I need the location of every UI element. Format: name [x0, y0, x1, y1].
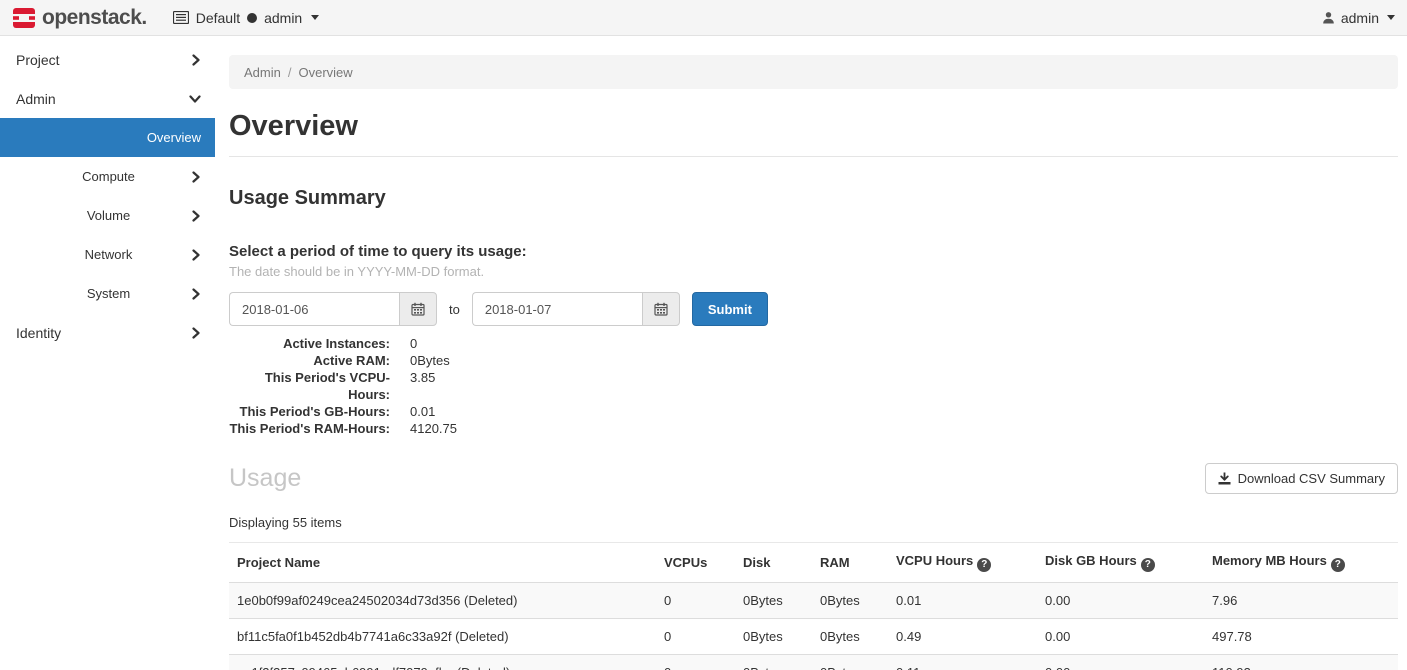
stat-gb-hours: This Period's GB-Hours: 0.01	[229, 403, 1398, 420]
breadcrumb: Admin / Overview	[229, 55, 1398, 89]
sidebar-item-project[interactable]: Project	[0, 40, 215, 79]
main-content: Admin / Overview Overview Usage Summary …	[215, 36, 1407, 670]
table-header-row: Project Name VCPUs Disk RAM VCPU Hours? …	[229, 543, 1398, 583]
help-icon[interactable]: ?	[977, 558, 991, 572]
chevron-right-icon	[191, 210, 201, 222]
download-icon	[1218, 472, 1231, 485]
user-menu[interactable]: admin	[1322, 10, 1395, 26]
items-count: Displaying 55 items	[229, 515, 1398, 530]
sidebar-item-network[interactable]: Network	[0, 235, 215, 274]
sidebar-nav: Project Admin Overview Compute Volume	[0, 36, 215, 670]
help-icon[interactable]: ?	[1141, 558, 1155, 572]
to-label: to	[447, 302, 462, 317]
context-project-label: admin	[264, 10, 302, 26]
caret-down-icon	[1387, 15, 1395, 20]
chevron-right-icon	[191, 249, 201, 261]
breadcrumb-admin[interactable]: Admin	[244, 65, 281, 80]
cell-project-name: ea1f2f357c09465eb6991edf7079efbe (Delete…	[229, 654, 656, 670]
context-domain-label: Default	[196, 10, 240, 26]
column-vcpu-hours: VCPU Hours?	[888, 543, 1037, 583]
calendar-icon	[654, 302, 668, 316]
domain-list-icon	[173, 11, 189, 24]
usage-stats: Active Instances: 0 Active RAM: 0Bytes T…	[229, 335, 1398, 437]
submit-button[interactable]: Submit	[692, 292, 768, 326]
cell-project-name: bf11c5fa0f1b452db4b7741a6c33a92f (Delete…	[229, 618, 656, 654]
sidebar-item-system[interactable]: System	[0, 274, 215, 313]
openstack-brand[interactable]: openstack.	[12, 6, 147, 30]
brand-text: openstack.	[42, 6, 147, 30]
download-csv-button[interactable]: Download CSV Summary	[1205, 463, 1398, 494]
page-title: Overview	[229, 106, 1398, 146]
table-row: ea1f2f357c09465eb6991edf7079efbe (Delete…	[229, 654, 1398, 670]
column-disk: Disk	[735, 543, 812, 583]
stat-ram-hours: This Period's RAM-Hours: 4120.75	[229, 420, 1398, 437]
context-switcher[interactable]: Default admin	[173, 10, 320, 26]
sidebar-item-volume[interactable]: Volume	[0, 196, 215, 235]
stat-vcpu-hours: This Period's VCPU-Hours: 3.85	[229, 369, 1398, 403]
chevron-right-icon	[191, 288, 201, 300]
openstack-logo-icon	[12, 6, 36, 30]
project-dot-icon	[247, 13, 257, 23]
sidebar-item-overview[interactable]: Overview	[0, 118, 215, 157]
date-from-input[interactable]	[229, 292, 399, 326]
sidebar-item-compute[interactable]: Compute	[0, 157, 215, 196]
table-row: 1e0b0f99af0249cea24502034d73d356 (Delete…	[229, 582, 1398, 618]
period-prompt: Select a period of time to query its usa…	[229, 243, 1398, 260]
column-project-name: Project Name	[229, 543, 656, 583]
usage-table: Project Name VCPUs Disk RAM VCPU Hours? …	[229, 542, 1398, 670]
chevron-right-icon	[191, 327, 201, 339]
calendar-icon	[411, 302, 425, 316]
breadcrumb-separator: /	[288, 65, 292, 80]
chevron-right-icon	[191, 54, 201, 66]
usage-heading: Usage	[229, 464, 301, 493]
usage-summary-heading: Usage Summary	[229, 187, 1398, 210]
calendar-button[interactable]	[399, 292, 437, 326]
column-vcpus: VCPUs	[656, 543, 735, 583]
table-row: bf11c5fa0f1b452db4b7741a6c33a92f (Delete…	[229, 618, 1398, 654]
sidebar-item-identity[interactable]: Identity	[0, 313, 215, 352]
date-format-hint: The date should be in YYYY-MM-DD format.	[229, 264, 1398, 279]
column-ram: RAM	[812, 543, 888, 583]
date-range-form: to Submit	[229, 292, 1398, 326]
stat-active-ram: Active RAM: 0Bytes	[229, 352, 1398, 369]
cell-project-name: 1e0b0f99af0249cea24502034d73d356 (Delete…	[229, 582, 656, 618]
column-disk-gb-hours: Disk GB Hours?	[1037, 543, 1204, 583]
top-navbar: openstack. Default admin admin	[0, 0, 1407, 36]
stat-active-instances: Active Instances: 0	[229, 335, 1398, 352]
calendar-button[interactable]	[642, 292, 680, 326]
user-icon	[1322, 11, 1335, 24]
sidebar-item-admin[interactable]: Admin	[0, 79, 215, 118]
chevron-right-icon	[191, 171, 201, 183]
download-csv-label: Download CSV Summary	[1238, 471, 1385, 486]
breadcrumb-current: Overview	[298, 65, 352, 80]
user-name-label: admin	[1341, 10, 1379, 26]
date-to-input[interactable]	[472, 292, 642, 326]
chevron-down-icon	[189, 94, 201, 104]
column-memory-mb-hours: Memory MB Hours?	[1204, 543, 1398, 583]
help-icon[interactable]: ?	[1331, 558, 1345, 572]
title-divider	[229, 156, 1398, 157]
caret-down-icon	[311, 15, 319, 20]
